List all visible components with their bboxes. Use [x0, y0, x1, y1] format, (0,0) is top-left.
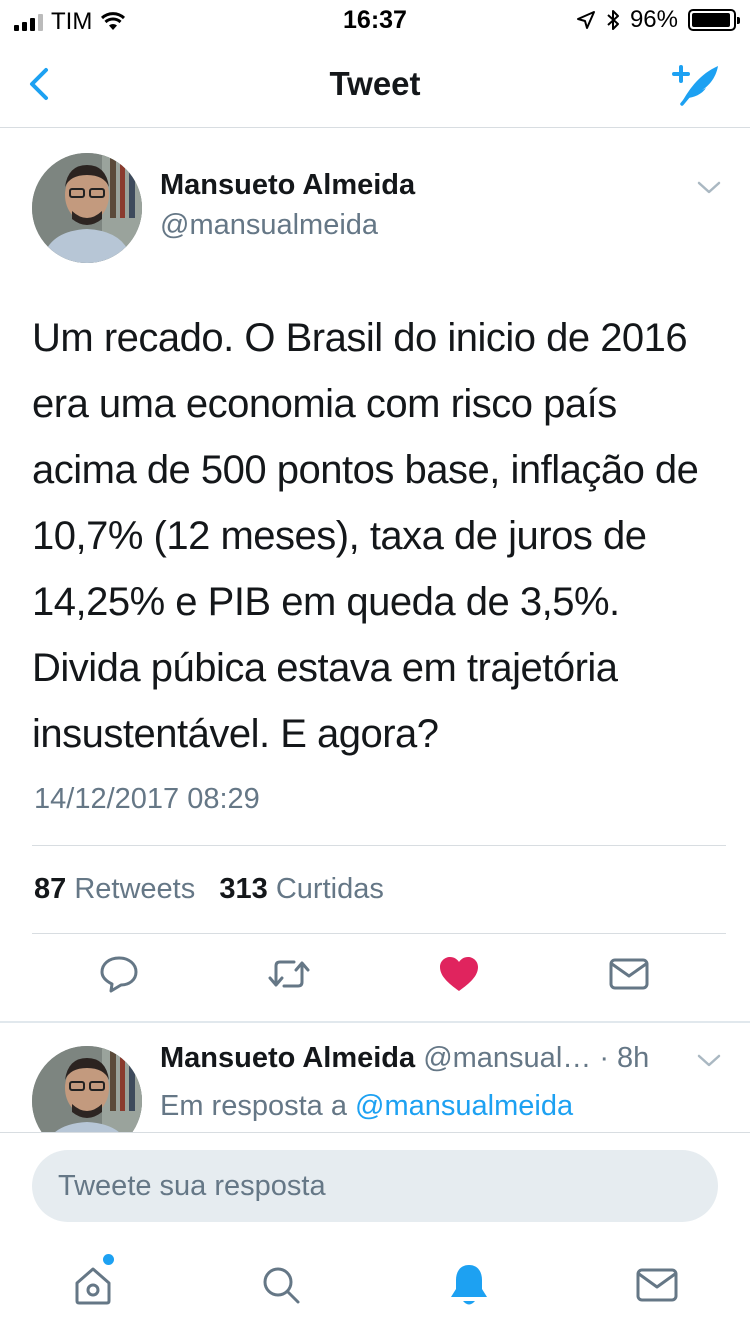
retweet-button[interactable] — [264, 949, 314, 999]
notifications-icon — [451, 1265, 487, 1305]
author-handle[interactable]: @mansualmeida — [160, 209, 378, 242]
tab-home[interactable] — [68, 1254, 118, 1310]
messages-icon — [636, 1268, 678, 1302]
share-dm-button[interactable] — [604, 949, 654, 999]
reply-icon — [100, 956, 138, 993]
status-right: 96% — [576, 6, 740, 34]
bluetooth-icon — [607, 10, 619, 30]
avatar-image — [32, 153, 142, 263]
battery-icon — [688, 9, 740, 31]
avatar[interactable] — [32, 1046, 142, 1132]
compose-tweet-icon[interactable] — [668, 58, 724, 110]
reply-header: Mansueto Almeida @mansual… · 8h — [160, 1042, 649, 1075]
in-reply-to-label: Em resposta a — [160, 1090, 347, 1122]
avatar-image — [32, 1046, 142, 1132]
like-button[interactable] — [434, 949, 484, 999]
likes-count[interactable]: 313 — [219, 873, 267, 905]
in-reply-to-mention[interactable]: @mansualmeida — [355, 1090, 573, 1122]
battery-percentage: 96% — [629, 6, 678, 33]
author-name[interactable]: Mansueto Almeida — [160, 169, 415, 202]
direct-message-icon — [609, 958, 649, 990]
location-arrow-icon — [576, 11, 595, 29]
reply-author-handle[interactable]: @mansual… — [423, 1042, 591, 1074]
home-icon — [75, 1267, 111, 1305]
tab-search[interactable] — [256, 1260, 306, 1310]
tweet-text: Um recado. O Brasil do inicio de 2016 er… — [32, 316, 699, 756]
tab-messages[interactable] — [632, 1260, 682, 1310]
tab-notifications[interactable] — [444, 1260, 494, 1310]
tweet-stats: 87 Retweets 313 Curtidas — [34, 873, 384, 906]
avatar[interactable] — [32, 153, 142, 263]
reply-tweet[interactable]: Mansueto Almeida @mansual… · 8h Em respo… — [0, 1022, 750, 1132]
chevron-down-icon[interactable] — [696, 1052, 722, 1070]
retweet-icon — [268, 960, 310, 988]
reply-input[interactable] — [32, 1150, 718, 1222]
reply-time: · 8h — [599, 1042, 650, 1074]
in-reply-to: Em resposta a @mansualmeida — [160, 1090, 573, 1123]
divider — [32, 845, 726, 846]
search-icon — [263, 1267, 300, 1304]
status-bar: TIM 16:37 96% — [0, 0, 750, 40]
tweet-actions — [0, 949, 750, 1019]
tab-bar — [0, 1240, 750, 1334]
tweet-timestamp: 14/12/2017 08:29 — [34, 783, 260, 815]
reply-compose-bar — [0, 1132, 750, 1240]
navigation-bar: Tweet — [0, 40, 750, 128]
retweets-label[interactable]: Retweets — [74, 873, 195, 905]
likes-label[interactable]: Curtidas — [276, 873, 384, 905]
divider — [32, 933, 726, 934]
notification-dot — [103, 1254, 114, 1265]
battery-level-fill — [692, 13, 731, 27]
page-title: Tweet — [329, 65, 421, 102]
reply-button[interactable] — [94, 949, 144, 999]
heart-icon — [440, 957, 478, 991]
retweets-count[interactable]: 87 — [34, 873, 66, 905]
reply-author-name[interactable]: Mansueto Almeida — [160, 1042, 415, 1074]
chevron-down-icon[interactable] — [696, 179, 722, 197]
